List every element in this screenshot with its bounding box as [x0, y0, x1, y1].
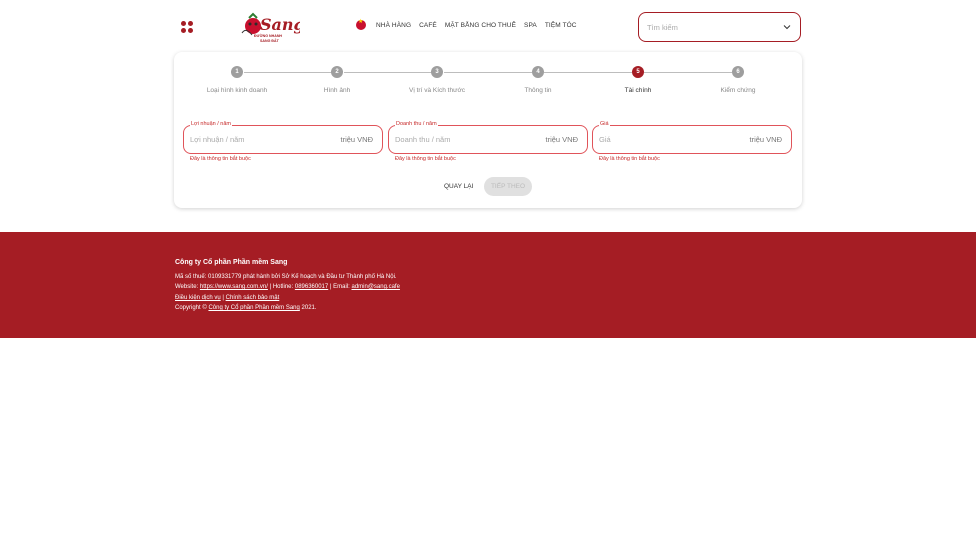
nav-item-tiem-toc[interactable]: TIỆM TÓC: [545, 22, 577, 29]
email-link[interactable]: admin@sang.cafe: [351, 284, 399, 290]
step-number: 5: [632, 66, 644, 78]
back-button[interactable]: QUAY LẠI: [444, 179, 473, 195]
email-label: | Email:: [329, 284, 350, 290]
field-legend: Lợi nhuận / năm: [190, 121, 232, 127]
step-number: 1: [231, 66, 243, 78]
footer: Công ty Cổ phần Phần mềm Sang Mã số thuế…: [0, 232, 976, 338]
footer-info: Công ty Cổ phần Phần mềm Sang Mã số thuế…: [175, 258, 400, 314]
privacy-link[interactable]: Chính sách bảo mật: [226, 295, 280, 301]
hotline-label: | Hotline:: [269, 284, 294, 290]
step-number: 4: [532, 66, 544, 78]
profit-field[interactable]: Lợi nhuận / năm triệu VNĐ: [183, 121, 383, 154]
footer-company-name: Công ty Cổ phần Phần mềm Sang: [175, 259, 288, 266]
header: Sang ĐƯỜNG NHANH SANG ĐẤT NHÀ HÀNG CAFÉ …: [0, 0, 976, 52]
nav-item-nha-hang[interactable]: NHÀ HÀNG: [376, 22, 411, 29]
search-input[interactable]: [647, 22, 782, 32]
step-label: Hình ảnh: [323, 87, 351, 94]
step-label: Tài chính: [624, 87, 652, 94]
terms-link[interactable]: Điều kiện dịch vụ: [175, 295, 221, 301]
nav-item-mat-bang[interactable]: MẶT BẰNG CHO THUÊ: [445, 22, 516, 29]
field-unit: triệu VNĐ: [545, 135, 578, 144]
footer-contact-line: Website: https://www.sang.com.vn/ | Hotl…: [175, 282, 400, 293]
step-6[interactable]: 6 Kiểm chứng: [688, 66, 788, 94]
step-2[interactable]: 2 Hình ảnh: [287, 66, 387, 94]
stepper: 1 Loại hình kinh doanh 2 Hình ảnh 3 Vị t…: [174, 66, 802, 98]
vn-flag-icon[interactable]: [356, 18, 366, 30]
svg-text:Sang: Sang: [260, 15, 300, 34]
revenue-field[interactable]: Doanh thu / năm triệu VNĐ: [388, 121, 588, 154]
step-3[interactable]: 3 Vị trí và Kích thước: [387, 66, 487, 94]
step-1[interactable]: 1 Loại hình kinh doanh: [187, 66, 287, 94]
copyright-year: 2021.: [301, 305, 317, 311]
price-input[interactable]: [599, 135, 750, 144]
field-unit: triệu VNĐ: [340, 135, 373, 144]
field-error: Đây là thông tin bắt buộc: [190, 156, 251, 162]
profit-input[interactable]: [190, 135, 341, 144]
website-label: Website:: [175, 284, 199, 290]
step-number: 2: [331, 66, 343, 78]
field-error: Đây là thông tin bắt buộc: [395, 156, 456, 162]
footer-copyright: Copyright © Công ty Cổ phần Phần mềm San…: [175, 303, 400, 314]
step-label: Loại hình kinh doanh: [206, 87, 268, 94]
step-label: Vị trí và Kích thước: [409, 87, 465, 94]
sang-logo[interactable]: Sang ĐƯỜNG NHANH SANG ĐẤT: [238, 9, 305, 45]
price-field[interactable]: Giá triệu VNĐ: [592, 121, 792, 154]
step-label: Kiểm chứng: [720, 87, 756, 94]
field-legend: Doanh thu / năm: [395, 121, 438, 127]
next-button[interactable]: TIẾP THEO: [484, 177, 532, 196]
nav-item-spa[interactable]: SPA: [524, 22, 537, 29]
revenue-input[interactable]: [395, 135, 546, 144]
main-nav: NHÀ HÀNG CAFÉ MẶT BẰNG CHO THUÊ SPA TIỆM…: [356, 18, 585, 30]
hotline-link[interactable]: 0896360017: [295, 284, 328, 290]
website-link[interactable]: https://www.sang.com.vn/: [200, 284, 268, 290]
step-label: Thông tin: [524, 87, 552, 94]
footer-policy-line: Điều kiện dịch vụ | Chính sách bảo mật: [175, 293, 400, 304]
field-unit: triệu VNĐ: [749, 135, 782, 144]
chevron-down-icon[interactable]: [782, 22, 792, 32]
svg-text:ĐƯỜNG NHANH: ĐƯỜNG NHANH: [254, 33, 282, 38]
copyright-company-link[interactable]: Công ty Cổ phần Phần mềm Sang: [208, 305, 299, 311]
footer-tax-line: Mã số thuế: 0109331779 phát hành bởi Sở …: [175, 273, 397, 280]
step-5[interactable]: 5 Tài chính: [588, 66, 688, 94]
copyright-prefix: Copyright ©: [175, 305, 207, 311]
field-legend: Giá: [599, 121, 610, 127]
apps-menu-icon[interactable]: [180, 20, 194, 34]
search-box[interactable]: [638, 12, 801, 42]
listing-form-card: 1 Loại hình kinh doanh 2 Hình ảnh 3 Vị t…: [174, 52, 802, 208]
step-number: 3: [431, 66, 443, 78]
step-number: 6: [732, 66, 744, 78]
nav-item-cafe[interactable]: CAFÉ: [419, 22, 437, 29]
step-4[interactable]: 4 Thông tin: [488, 66, 588, 94]
field-error: Đây là thông tin bắt buộc: [599, 156, 660, 162]
separator: |: [222, 294, 224, 301]
svg-text:SANG ĐẤT: SANG ĐẤT: [260, 39, 280, 43]
